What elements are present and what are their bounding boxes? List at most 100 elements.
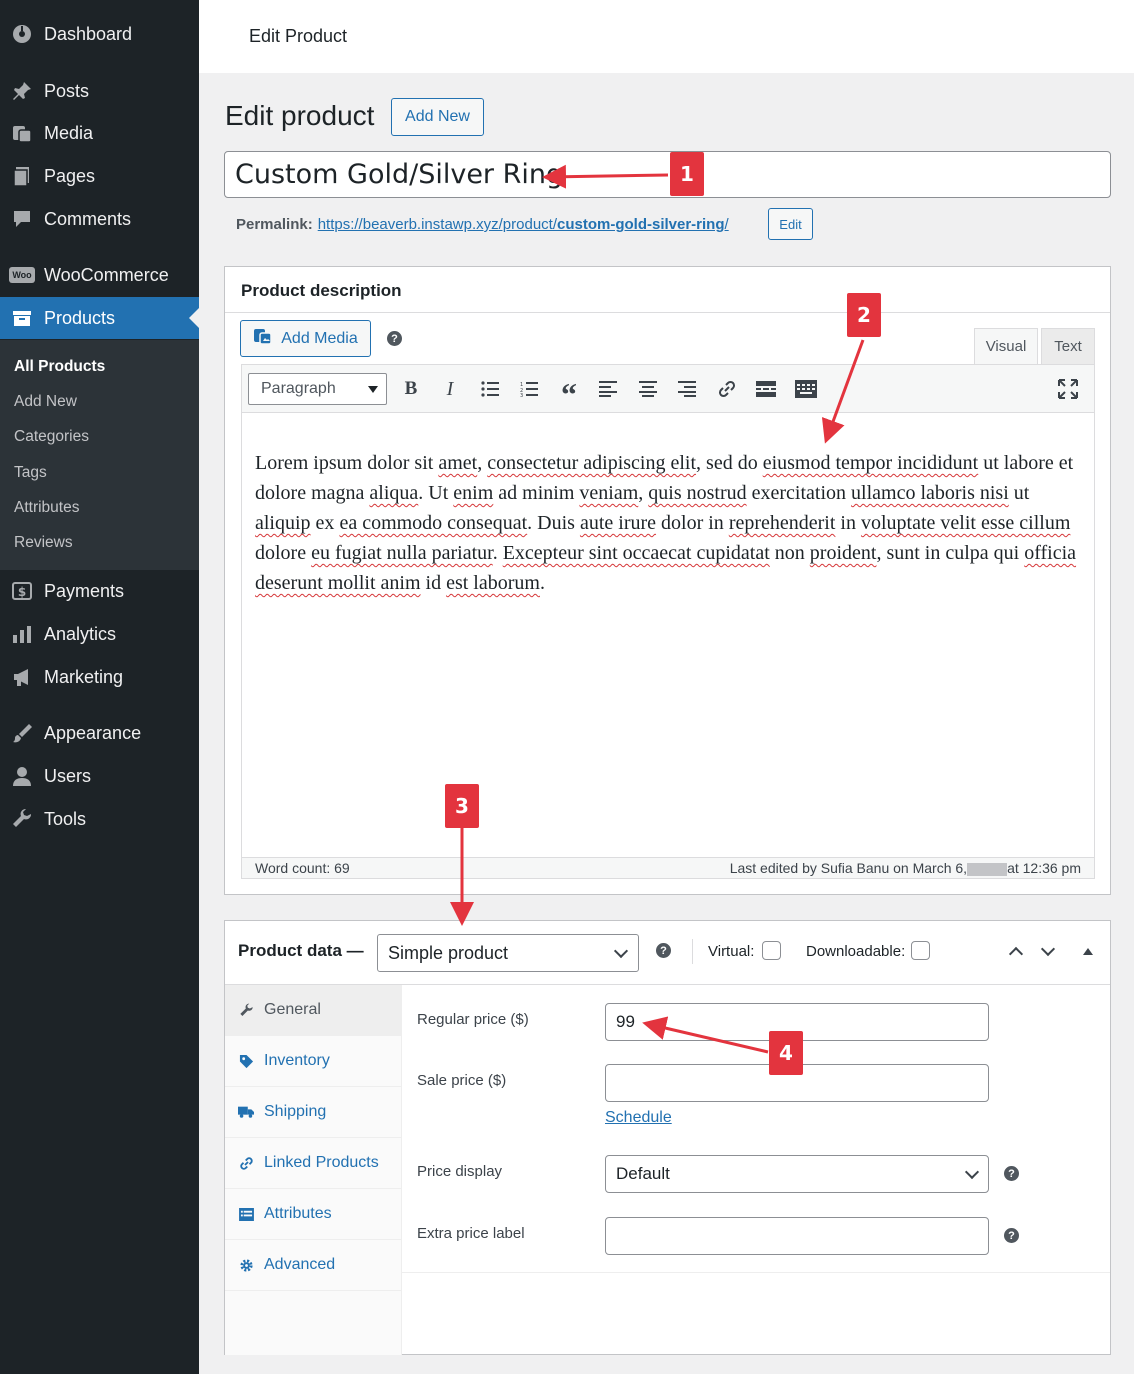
menu-tools[interactable]: Tools xyxy=(0,798,199,840)
align-right-icon[interactable] xyxy=(671,373,703,405)
content-editor[interactable]: Lorem ipsum dolor sit amet, consectetur … xyxy=(241,413,1095,857)
move-down-icon[interactable] xyxy=(1040,941,1056,957)
truck-icon xyxy=(238,1105,254,1119)
tab-attributes[interactable]: Attributes xyxy=(225,1189,402,1240)
word-count: Word count: 69 xyxy=(255,860,350,876)
add-media-label: Add Media xyxy=(281,329,358,347)
brush-icon xyxy=(9,722,35,744)
product-description-box: Product description Add Media ? Visual T… xyxy=(224,266,1111,895)
blockquote-icon[interactable]: “ xyxy=(553,373,585,410)
bold-icon[interactable]: B xyxy=(395,373,427,405)
extra-price-input[interactable] xyxy=(605,1217,989,1255)
chart-bar-icon xyxy=(9,623,35,645)
product-title-input[interactable] xyxy=(224,151,1111,198)
link-icon[interactable] xyxy=(711,373,743,405)
media-icon xyxy=(9,122,35,144)
menu-comments[interactable]: Comments xyxy=(0,198,199,240)
submenu-add-new[interactable]: Add New xyxy=(14,393,77,411)
permalink-row: Permalink: https://beaverb.instawp.xyz/p… xyxy=(236,216,729,233)
help-icon[interactable]: ? xyxy=(656,943,671,958)
menu-label: Appearance xyxy=(44,722,142,743)
price-display-select[interactable]: Default xyxy=(605,1155,989,1193)
tab-text[interactable]: Text xyxy=(1041,328,1095,364)
downloadable-label: Downloadable: xyxy=(806,943,906,960)
menu-marketing[interactable]: Marketing xyxy=(0,656,199,698)
fullscreen-icon[interactable] xyxy=(1052,373,1084,405)
admin-sidebar: Dashboard Posts Media Pages Comments Woo… xyxy=(0,0,199,1374)
toolbar-toggle-icon[interactable] xyxy=(790,373,822,405)
schedule-link[interactable]: Schedule xyxy=(605,1109,672,1127)
submenu-tags[interactable]: Tags xyxy=(14,464,47,482)
menu-users[interactable]: Users xyxy=(0,755,199,797)
add-media-button[interactable]: Add Media xyxy=(240,320,371,357)
menu-label: Products xyxy=(44,307,116,328)
help-icon[interactable]: ? xyxy=(1004,1166,1019,1181)
price-display-label: Price display xyxy=(417,1163,503,1180)
editor-status-bar: Word count: 69 Last edited by Sufia Banu… xyxy=(241,857,1095,879)
redacted-block xyxy=(967,862,1008,876)
header-title: Edit Product xyxy=(249,26,348,46)
dollar-icon: $ xyxy=(9,580,35,602)
menu-analytics[interactable]: Analytics xyxy=(0,613,199,655)
read-more-icon[interactable] xyxy=(750,373,782,405)
virtual-checkbox[interactable] xyxy=(762,941,781,960)
menu-label: Users xyxy=(44,765,92,786)
add-new-button[interactable]: Add New xyxy=(391,98,484,136)
product-data-box: Product data — Simple product ? Virtual:… xyxy=(224,920,1111,1355)
tab-visual[interactable]: Visual xyxy=(974,328,1038,364)
submenu-all-products[interactable]: All Products xyxy=(14,358,105,376)
tab-label: Linked Products xyxy=(264,1154,379,1171)
tab-inventory[interactable]: Inventory xyxy=(225,1036,402,1087)
menu-media[interactable]: Media xyxy=(0,112,199,154)
pages-icon xyxy=(9,165,35,187)
tab-general[interactable]: General xyxy=(225,985,402,1036)
tab-linked-products[interactable]: Linked Products xyxy=(225,1138,402,1189)
submenu-categories[interactable]: Categories xyxy=(14,428,89,446)
permalink-label: Permalink: xyxy=(236,216,313,233)
tab-advanced[interactable]: Advanced xyxy=(225,1240,402,1291)
menu-pages[interactable]: Pages xyxy=(0,155,199,197)
submenu-attributes[interactable]: Attributes xyxy=(14,499,79,517)
divider xyxy=(225,312,1110,313)
downloadable-checkbox[interactable] xyxy=(911,941,930,960)
align-center-icon[interactable] xyxy=(632,373,664,405)
wrench-icon xyxy=(238,1003,254,1018)
products-submenu: All Products Add New Categories Tags Att… xyxy=(0,340,199,570)
woo-icon: Woo xyxy=(9,267,35,283)
user-icon xyxy=(9,765,35,787)
help-icon[interactable]: ? xyxy=(387,331,402,346)
menu-payments[interactable]: $ Payments xyxy=(0,570,199,612)
menu-appearance[interactable]: Appearance xyxy=(0,712,199,754)
align-left-icon[interactable] xyxy=(592,373,624,405)
callout-badge-3: 3 xyxy=(445,784,479,828)
numbered-list-icon[interactable]: 123 xyxy=(513,373,545,405)
last-edited: Last edited by Sufia Banu on March 6, at … xyxy=(729,860,1081,876)
callout-badge-1: 1 xyxy=(670,152,704,196)
permalink-link[interactable]: https://beaverb.instawp.xyz/product/cust… xyxy=(318,216,729,233)
tab-shipping[interactable]: Shipping xyxy=(225,1087,402,1138)
caret-down-icon xyxy=(368,386,378,393)
callout-badge-4: 4 xyxy=(769,1031,803,1075)
menu-label: Marketing xyxy=(44,666,124,687)
svg-text:3: 3 xyxy=(520,393,523,397)
bullet-list-icon[interactable] xyxy=(474,373,506,405)
wrench-icon xyxy=(9,808,35,830)
move-up-icon[interactable] xyxy=(1008,946,1024,962)
collapse-toggle-icon[interactable] xyxy=(1083,948,1093,955)
help-icon[interactable]: ? xyxy=(1004,1228,1019,1243)
menu-label: Analytics xyxy=(44,623,117,644)
menu-label: Media xyxy=(44,122,94,143)
permalink-edit-button[interactable]: Edit xyxy=(768,208,813,240)
italic-icon[interactable]: I xyxy=(434,373,466,405)
menu-posts[interactable]: Posts xyxy=(0,70,199,112)
format-select[interactable]: Paragraph xyxy=(248,373,387,405)
menu-products[interactable]: Products xyxy=(0,297,199,339)
menu-label: WooCommerce xyxy=(44,264,169,285)
product-type-select[interactable]: Simple product xyxy=(377,934,639,972)
svg-text:$: $ xyxy=(18,585,26,599)
menu-dashboard[interactable]: Dashboard xyxy=(0,13,199,55)
product-data-tabs: General Inventory Shipping Linked Produc… xyxy=(225,985,402,1355)
menu-woocommerce[interactable]: Woo WooCommerce xyxy=(0,254,199,296)
list-icon xyxy=(238,1207,254,1221)
submenu-reviews[interactable]: Reviews xyxy=(14,534,73,552)
